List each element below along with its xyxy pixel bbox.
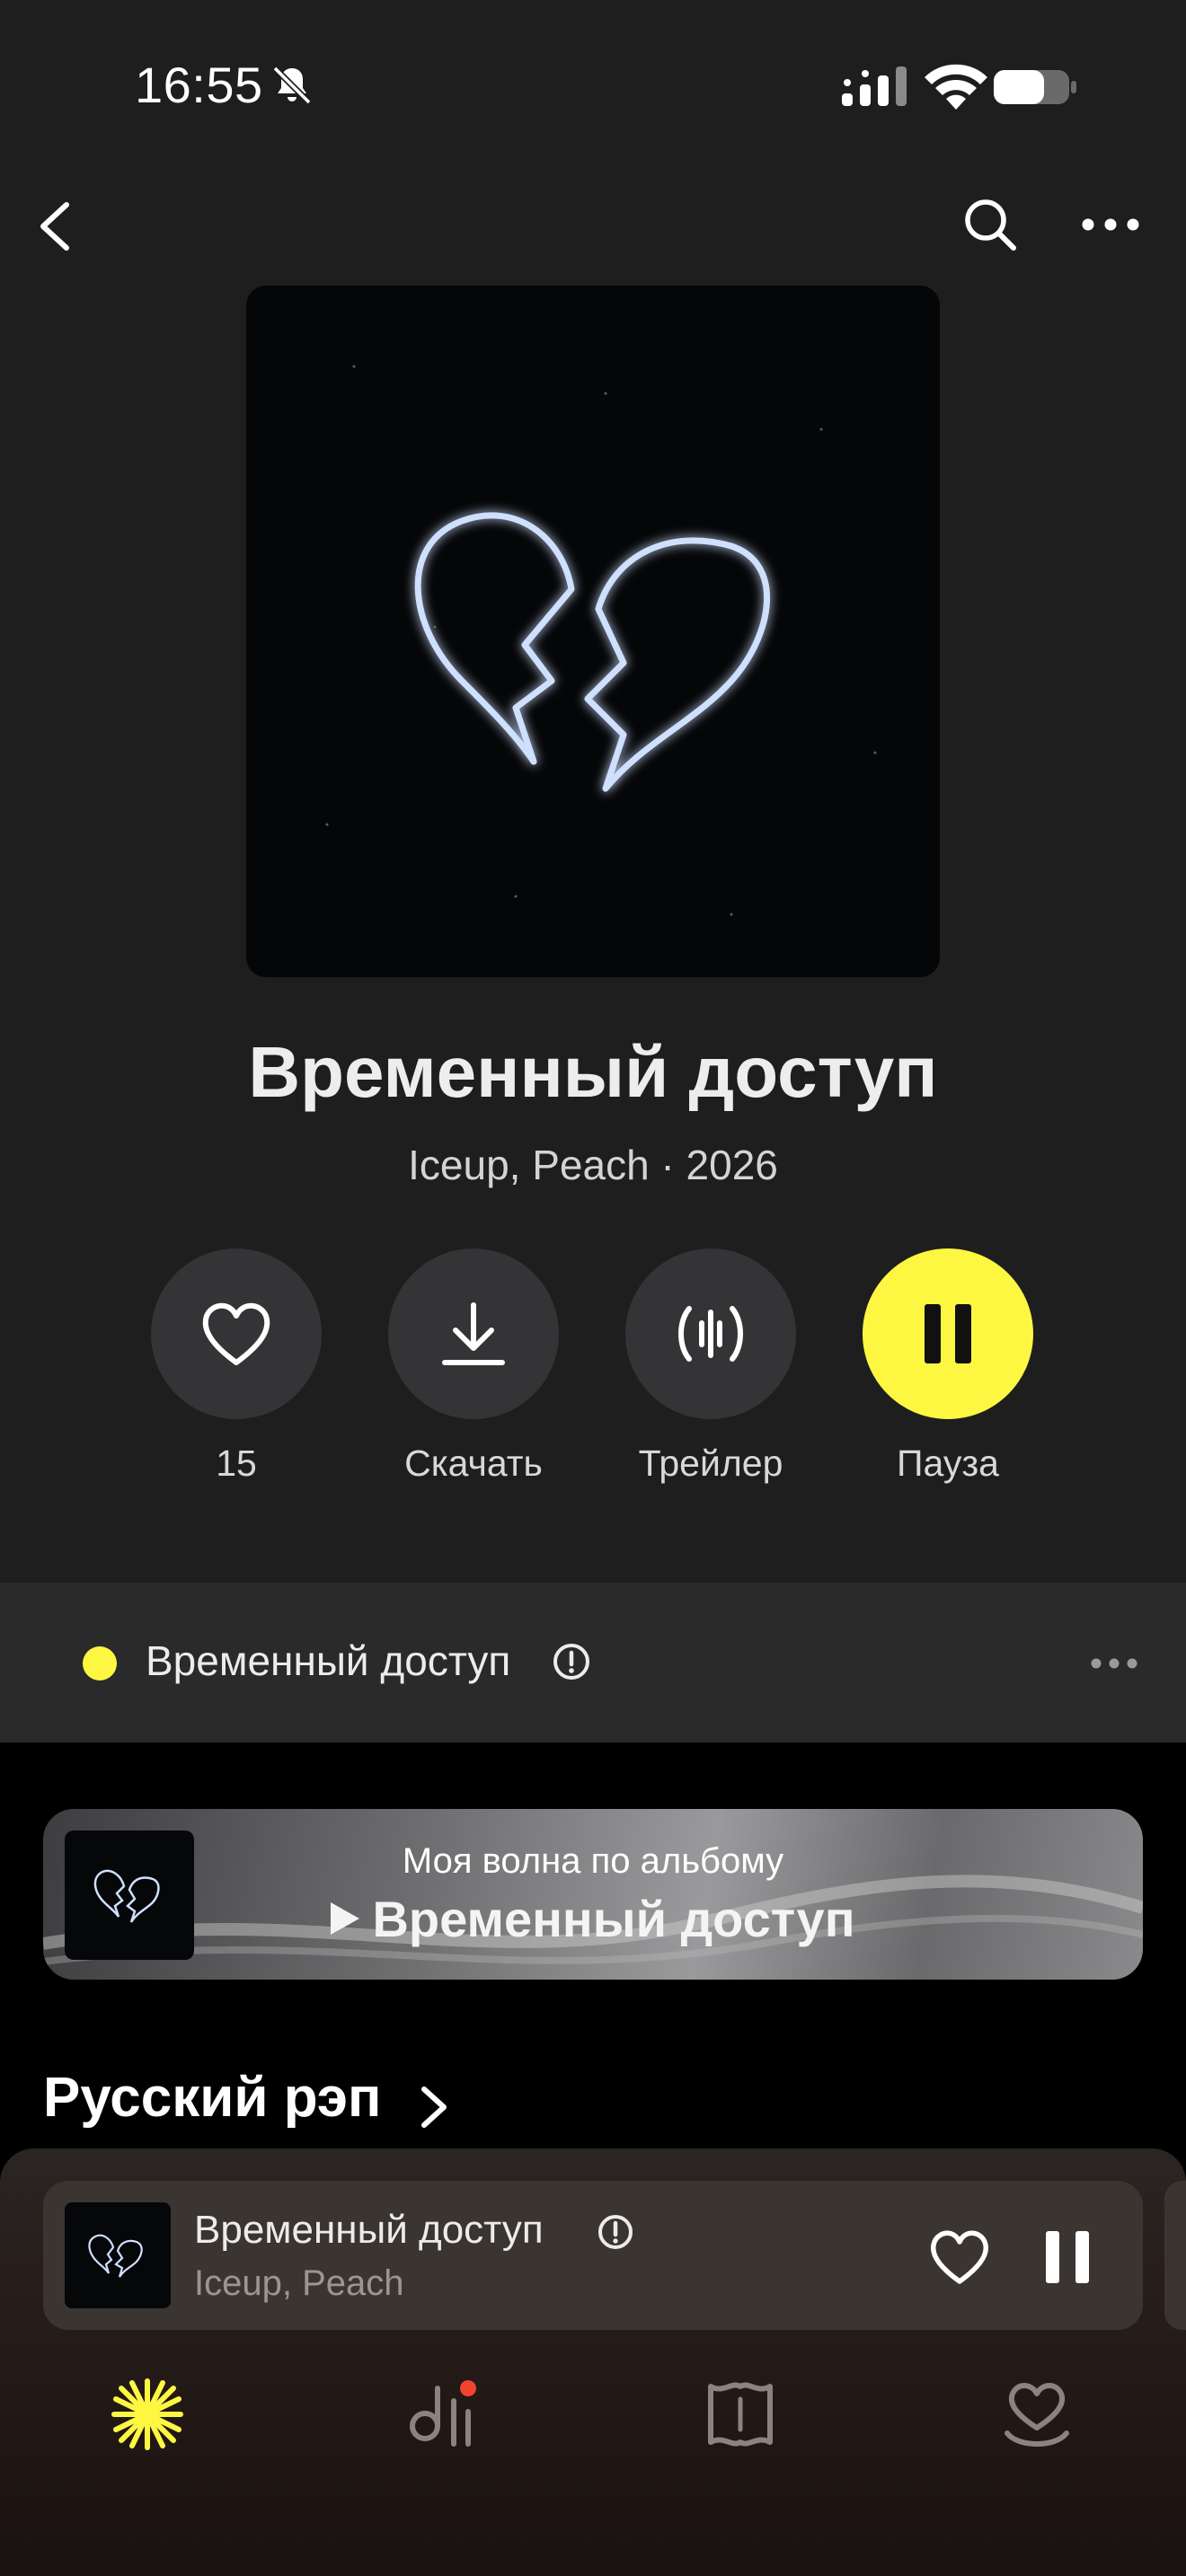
collection-tab-icon bbox=[410, 2380, 476, 2447]
tab-favorites[interactable] bbox=[994, 2371, 1080, 2457]
trailer-icon bbox=[678, 1306, 743, 1362]
info-icon bbox=[553, 1644, 589, 1680]
back-button[interactable] bbox=[25, 194, 83, 259]
like-button[interactable] bbox=[151, 1248, 322, 1419]
genre-section-title[interactable]: Русский рэп bbox=[43, 2066, 381, 2130]
info-icon bbox=[598, 2215, 633, 2249]
play-icon bbox=[331, 1902, 360, 1935]
my-wave-by-album-card[interactable]: Моя волна по альбому Временный доступ bbox=[43, 1809, 1143, 1980]
back-icon bbox=[40, 202, 69, 251]
wave-title-text: Временный доступ bbox=[372, 1891, 855, 1947]
playing-indicator bbox=[83, 1646, 117, 1681]
album-subtitle[interactable]: Iceup, Peach · 2026 bbox=[0, 1141, 1186, 1189]
heart-icon[interactable] bbox=[927, 2228, 992, 2287]
track-row[interactable]: Временный доступ bbox=[0, 1583, 1186, 1742]
pause-icon bbox=[925, 1304, 971, 1363]
heart-tab-icon bbox=[1005, 2383, 1069, 2447]
album-title: Временный доступ bbox=[248, 1032, 938, 1112]
wave-tab-icon bbox=[111, 2378, 183, 2450]
download-action[interactable]: Скачать bbox=[388, 1248, 559, 1485]
mini-player[interactable]: Временный доступ Iceup, Peach bbox=[43, 2181, 1143, 2330]
cellular-signal-icon bbox=[842, 66, 907, 106]
like-action[interactable]: 15 bbox=[151, 1248, 322, 1485]
tab-discover[interactable] bbox=[697, 2371, 783, 2457]
trailer-button[interactable] bbox=[625, 1248, 796, 1419]
broken-heart-artwork bbox=[325, 365, 877, 916]
status-time: 16:55 bbox=[135, 57, 263, 113]
pause-icon[interactable] bbox=[1040, 2228, 1094, 2287]
trailer-label: Трейлер bbox=[638, 1442, 783, 1484]
track-title: Временный доступ bbox=[146, 1637, 511, 1684]
pause-button[interactable] bbox=[863, 1248, 1033, 1419]
search-icon bbox=[965, 199, 1016, 251]
next-card-peek[interactable] bbox=[1164, 2181, 1186, 2330]
battery-icon bbox=[994, 70, 1076, 104]
pause-label: Пауза bbox=[897, 1442, 999, 1484]
download-button[interactable] bbox=[388, 1248, 559, 1419]
more-icon bbox=[1082, 218, 1139, 231]
track-more-icon[interactable] bbox=[1087, 1645, 1141, 1681]
album-screen: 16:55 Временный доступ Iceup, Peach · 20… bbox=[0, 0, 1186, 2576]
album-cover bbox=[246, 286, 940, 977]
mini-player-thumbnail bbox=[65, 2202, 171, 2308]
pause-action[interactable]: Пауза bbox=[863, 1248, 1033, 1485]
trailer-action[interactable]: Трейлер bbox=[625, 1248, 796, 1485]
more-options-button[interactable] bbox=[1075, 192, 1146, 257]
map-tab-icon bbox=[708, 2382, 773, 2447]
mini-player-title: Временный доступ bbox=[194, 2208, 544, 2252]
tab-my-wave[interactable] bbox=[104, 2371, 190, 2457]
chevron-right-icon[interactable] bbox=[417, 2082, 453, 2132]
like-count: 15 bbox=[216, 1442, 257, 1484]
bell-muted-icon bbox=[272, 66, 312, 105]
status-bar: 16:55 bbox=[0, 0, 1186, 171]
tab-collection[interactable] bbox=[401, 2371, 487, 2457]
mini-player-artist: Iceup, Peach bbox=[194, 2263, 404, 2303]
download-label: Скачать bbox=[404, 1442, 543, 1484]
wave-title: Временный доступ bbox=[43, 1890, 1143, 1948]
wifi-icon bbox=[925, 64, 987, 110]
download-icon bbox=[442, 1302, 505, 1365]
heart-icon bbox=[202, 1302, 270, 1365]
search-button[interactable] bbox=[958, 192, 1022, 257]
wave-subtitle: Моя волна по альбому bbox=[402, 1841, 784, 1881]
